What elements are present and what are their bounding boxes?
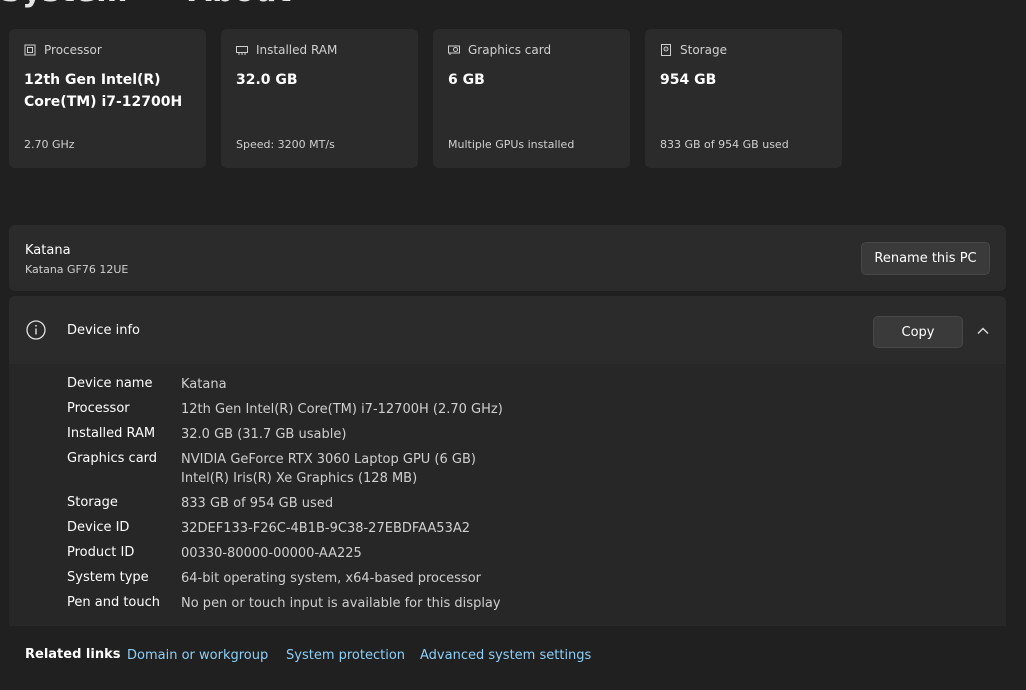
storage-card: Storage 954 GB 833 GB of 954 GB used [645,29,842,168]
spec-value: 64-bit operating system, x64-based proce… [181,571,481,586]
spec-value: 00330-80000-00000-AA225 [181,546,362,561]
spec-label: Device name [67,376,153,391]
breadcrumb-parent[interactable]: System [0,0,128,9]
spec-label: Installed RAM [67,426,156,441]
card-subtext: Multiple GPUs installed [448,138,575,151]
processor-icon [24,44,36,56]
spec-label: Device ID [67,520,130,535]
spec-label: Pen and touch [67,595,161,610]
copy-button[interactable]: Copy [873,316,963,348]
advanced-system-settings-link[interactable]: Advanced system settings [420,648,591,663]
info-icon [26,320,46,340]
pc-name-row: Katana Katana GF76 12UE Rename this PC [9,225,1006,291]
card-subtext: Speed: 3200 MT/s [236,138,335,151]
spec-value: 833 GB of 954 GB used [181,496,334,511]
spec-value: No pen or touch input is available for t… [181,596,501,611]
specs-cards: Processor 12th Gen Intel(R) Core(TM) i7-… [9,29,843,168]
spec-label: Processor [67,401,130,416]
graphics-card-icon [448,45,460,55]
card-value: 32.0 GB [236,72,298,88]
card-subtext: 2.70 GHz [24,138,75,151]
spec-label: System type [67,570,149,585]
ram-icon [236,46,248,55]
storage-icon [661,44,671,56]
page-title: System › About [0,0,400,9]
spec-value: NVIDIA GeForce RTX 3060 Laptop GPU (6 GB… [181,452,476,467]
card-subtext: 833 GB of 954 GB used [660,138,789,151]
processor-card: Processor 12th Gen Intel(R) Core(TM) i7-… [9,29,206,168]
card-value: 6 GB [448,72,485,88]
device-info-title: Device info [67,323,140,338]
graphics-card: Graphics card 6 GB Multiple GPUs install… [433,29,630,168]
card-label: Installed RAM [256,43,338,57]
card-value: 12th Gen Intel(R) Core(TM) i7-12700H [24,72,183,110]
spec-label: Graphics card [67,451,158,466]
system-protection-link[interactable]: System protection [286,648,405,663]
card-value: 954 GB [660,72,717,88]
breadcrumb-separator: › [152,0,165,9]
breadcrumb-current: About [188,0,292,9]
pc-model: Katana GF76 12UE [25,263,129,276]
ram-card: Installed RAM 32.0 GB Speed: 3200 MT/s [221,29,418,168]
spec-label: Product ID [67,545,135,560]
spec-value: Katana [181,377,227,392]
device-info-header[interactable]: Device info Copy [9,296,1006,364]
related-links: Related links Domain or workgroup System… [9,626,1006,686]
card-label: Graphics card [468,43,552,57]
card-label: Processor [44,43,102,57]
pc-name: Katana [25,243,71,258]
spec-value: 32.0 GB (31.7 GB usable) [181,427,347,442]
spec-value-secondary: Intel(R) Iris(R) Xe Graphics (128 MB) [181,471,418,486]
domain-workgroup-link[interactable]: Domain or workgroup [127,648,268,663]
related-links-label: Related links [25,647,121,662]
spec-label: Storage [67,495,118,510]
card-label: Storage [680,43,727,57]
rename-pc-button[interactable]: Rename this PC [861,242,990,275]
spec-value: 12th Gen Intel(R) Core(TM) i7-12700H (2.… [181,402,503,417]
chevron-up-icon[interactable] [976,324,990,338]
spec-value: 32DEF133-F26C-4B1B-9C38-27EBDFAA53A2 [181,521,471,536]
device-info-details: Device name Katana Processor 12th Gen In… [9,364,1006,626]
